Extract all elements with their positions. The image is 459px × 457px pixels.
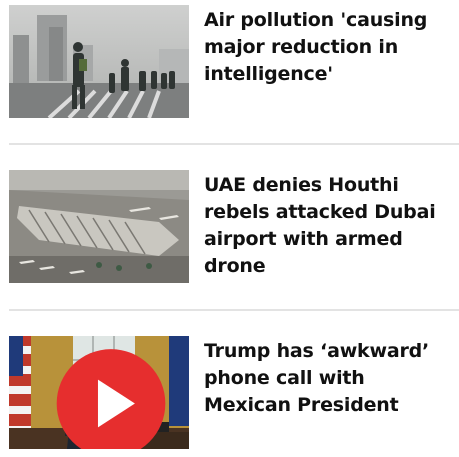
story-headline[interactable]: Air pollution 'causing major reduction i… (204, 7, 454, 88)
story-card[interactable]: UAE denies Houthi rebels attacked Dubai … (9, 170, 459, 283)
divider (9, 143, 459, 145)
story-thumbnail-trump[interactable] (9, 336, 189, 449)
story-headline[interactable]: Trump has ‘awkward’ phone call with Mexi… (204, 338, 454, 419)
story-thumbnail-airport[interactable] (9, 170, 189, 283)
story-thumbnail-pollution[interactable] (9, 5, 189, 118)
play-icon (56, 349, 166, 449)
story-card[interactable]: Air pollution 'causing major reduction i… (9, 5, 459, 118)
story-card[interactable]: Trump has ‘awkward’ phone call with Mexi… (9, 336, 459, 449)
divider (9, 309, 459, 311)
video-play-button[interactable] (21, 347, 166, 449)
news-feed: Air pollution 'causing major reduction i… (0, 0, 459, 457)
story-headline[interactable]: UAE denies Houthi rebels attacked Dubai … (204, 172, 454, 280)
